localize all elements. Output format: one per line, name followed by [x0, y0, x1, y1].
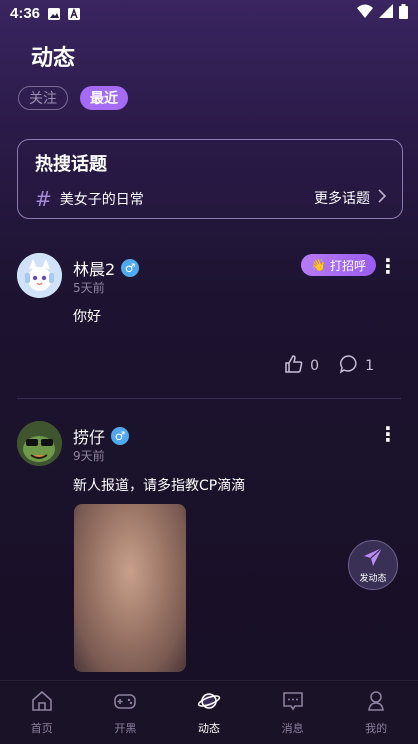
- post-time: 9天前: [73, 449, 105, 463]
- message-icon: [281, 689, 305, 716]
- wave-hand-icon: 👋: [311, 258, 326, 272]
- post-username[interactable]: 捞仔 ♂: [73, 424, 130, 448]
- comment-icon: [339, 354, 359, 378]
- gamepad-icon: [113, 689, 137, 716]
- wifi-icon: [357, 4, 373, 22]
- image-notification-icon: [48, 7, 61, 20]
- nav-label: 开黑: [114, 722, 137, 735]
- hot-topic-label: 美女子的日常: [59, 192, 144, 208]
- tab-recent[interactable]: 最近: [80, 86, 128, 110]
- comment-button[interactable]: 1: [339, 354, 374, 378]
- nav-label: 首页: [30, 722, 53, 735]
- avatar[interactable]: [17, 421, 62, 466]
- feed-tabs: 关注 最近: [18, 86, 128, 110]
- home-icon: [30, 689, 54, 716]
- nav-profile[interactable]: 我的: [334, 681, 418, 744]
- more-topics-link[interactable]: 更多话题: [314, 188, 387, 208]
- more-options-icon[interactable]: ⋮: [378, 256, 398, 276]
- post-username[interactable]: 林晨2 ♂: [73, 256, 140, 280]
- greet-button[interactable]: 👋 打招呼: [301, 254, 376, 276]
- nav-gaming[interactable]: 开黑: [84, 681, 168, 744]
- battery-icon: [399, 3, 408, 23]
- post-time: 5天前: [73, 281, 105, 295]
- nav-label: 动态: [197, 722, 220, 735]
- create-post-label: 发动态: [359, 574, 387, 584]
- hot-topics-title: 热搜话题: [35, 154, 107, 175]
- post-image[interactable]: [74, 504, 186, 672]
- more-options-icon[interactable]: ⋮: [378, 424, 398, 444]
- tab-following[interactable]: 关注: [18, 86, 68, 110]
- post-content: 新人报道，请多指教CP滴滴: [73, 478, 246, 494]
- more-topics-label: 更多话题: [314, 191, 370, 207]
- bottom-nav: 首页 开黑 动态 消息 我的: [0, 680, 418, 744]
- text-notification-icon: [68, 7, 81, 20]
- comment-count: 1: [365, 358, 374, 374]
- hashtag-icon: #: [35, 187, 52, 211]
- hot-topic-item[interactable]: # 美女子的日常: [35, 187, 144, 211]
- post-content: 你好: [73, 309, 101, 325]
- page-title: 动态: [31, 46, 76, 71]
- post-stats: 0 1: [284, 354, 374, 378]
- like-button[interactable]: 0: [284, 354, 319, 378]
- nav-label: 消息: [281, 722, 304, 735]
- chevron-right-icon: [378, 189, 387, 207]
- planet-icon: [197, 689, 221, 716]
- like-count: 0: [310, 358, 320, 374]
- greet-label: 打招呼: [329, 258, 366, 273]
- nav-moments[interactable]: 动态: [167, 681, 251, 744]
- post-divider: [17, 398, 401, 399]
- status-bar: 4:36: [0, 0, 418, 26]
- male-gender-icon: ♂: [111, 427, 130, 445]
- status-time: 4:36: [10, 4, 41, 22]
- male-gender-icon: ♂: [121, 259, 140, 277]
- username-text: 捞仔: [73, 428, 106, 447]
- send-icon: [362, 546, 384, 571]
- nav-home[interactable]: 首页: [0, 681, 84, 744]
- create-post-button[interactable]: 发动态: [348, 540, 398, 590]
- thumbs-up-icon: [284, 354, 304, 378]
- username-text: 林晨2: [73, 260, 116, 279]
- signal-icon: [379, 4, 393, 22]
- nav-label: 我的: [365, 722, 388, 735]
- avatar[interactable]: [17, 253, 62, 298]
- profile-icon: [364, 689, 388, 716]
- hot-topics-card[interactable]: 热搜话题 # 美女子的日常 更多话题: [17, 139, 403, 219]
- nav-messages[interactable]: 消息: [251, 681, 335, 744]
